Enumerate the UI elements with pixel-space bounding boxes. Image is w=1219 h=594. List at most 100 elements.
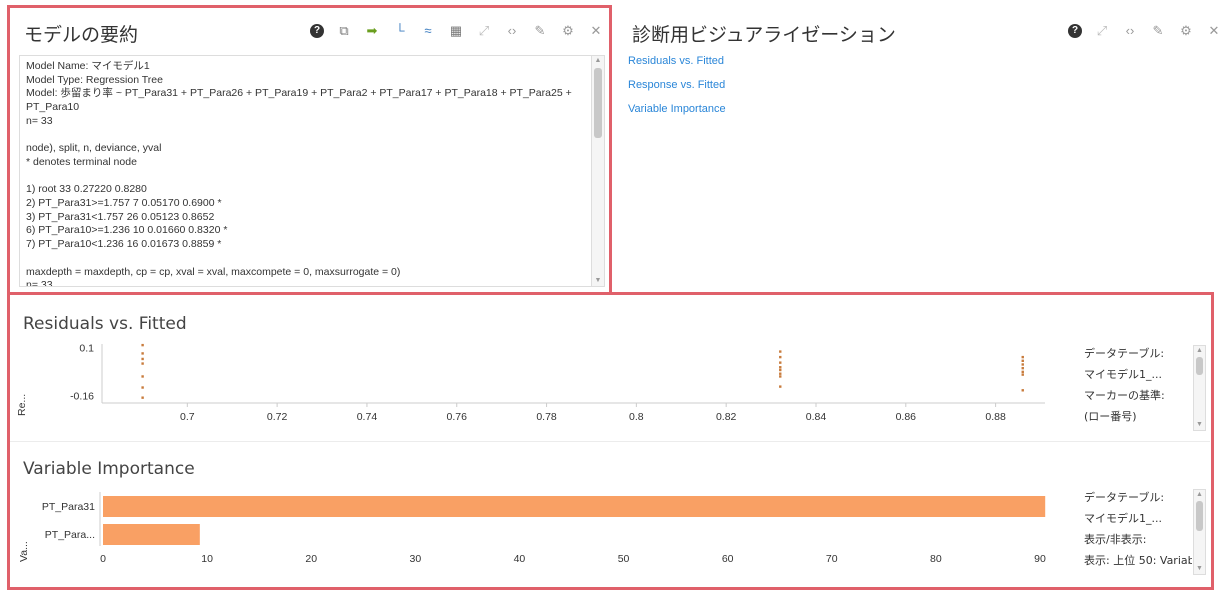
scroll-up-arrow[interactable]: ▲ (1194, 490, 1205, 500)
link-response-vs-fitted[interactable]: Response vs. Fitted (628, 79, 726, 91)
scatter-point[interactable] (141, 386, 144, 389)
category-label: PT_Para... (45, 529, 95, 541)
scatter-point[interactable] (779, 375, 782, 378)
edit-icon[interactable]: ✎ (532, 23, 548, 39)
x-tick-label: 0.8 (629, 411, 644, 423)
scatter-point[interactable] (779, 372, 782, 375)
copy-icon[interactable]: ⧉ (336, 23, 352, 39)
scatter-point[interactable] (1021, 370, 1024, 374)
scroll-up-arrow[interactable]: ▲ (1194, 346, 1205, 356)
scroll-up-arrow[interactable]: ▲ (592, 56, 604, 66)
scatter-point[interactable] (1021, 355, 1024, 359)
residuals-marker-label: マーカーの基準: (1084, 389, 1165, 402)
scroll-down-arrow[interactable]: ▼ (592, 276, 604, 286)
x-tick-label: 0.74 (357, 411, 378, 423)
summary-line: n= 33 (26, 279, 53, 287)
diagnostics-toolbar: ? ⤢ ‹› ✎ ⚙ ✕ (1068, 23, 1219, 39)
scatter-point[interactable] (141, 343, 144, 347)
scatter-point[interactable] (141, 375, 144, 378)
summary-line: 6) PT_Para10>=1.236 10 0.01660 0.8320 * (26, 224, 228, 237)
gear-icon[interactable]: ⚙ (1178, 23, 1194, 39)
residuals-side-info: データテーブル: マイモデル1_... マーカーの基準: (ロー番号) (1084, 345, 1192, 429)
scrollbar-thumb[interactable] (1196, 501, 1203, 531)
importance-table-value[interactable]: マイモデル1_... (1084, 510, 1192, 527)
importance-toggle-value[interactable]: 表示: 上位 50: Variabl (1084, 552, 1192, 569)
scatter-point[interactable] (779, 385, 782, 388)
diagnostics-panel-title: 診断用ビジュアライゼーション (632, 24, 896, 46)
summary-output-box[interactable]: Model Name: マイモデル1 Model Type: Regression… (19, 55, 605, 287)
summary-toolbar: ? ⧉ ➡ └ ≈ ▦ ⤢ ‹› ✎ ⚙ ✕ (310, 23, 604, 39)
summary-line: Model Type: Regression Tree (26, 73, 163, 86)
summary-scrollbar[interactable]: ▲ ▼ (591, 56, 604, 286)
x-tick-label: 0.82 (716, 411, 737, 423)
scatter-point[interactable] (141, 396, 144, 399)
residuals-section-title: Residuals vs. Fitted (23, 314, 187, 334)
scroll-down-arrow[interactable]: ▼ (1194, 564, 1205, 574)
summary-line (26, 129, 586, 143)
y-axis-label: Va... (18, 541, 30, 562)
variable-importance-chart[interactable]: Va... PT_Para31 PT_Para... 0 10 20 30 40 50 60 70… (15, 490, 1075, 580)
x-tick-label: 10 (201, 553, 213, 565)
scatter-point[interactable] (779, 366, 782, 369)
summary-line: maxdepth = maxdepth, cp = cp, xval = xva… (26, 265, 401, 278)
scatter-point[interactable] (779, 361, 782, 364)
edit-icon[interactable]: ✎ (1150, 23, 1166, 39)
link-residuals-vs-fitted[interactable]: Residuals vs. Fitted (628, 55, 726, 67)
expand-icon[interactable]: ⤢ (476, 23, 492, 39)
expand-icon[interactable]: ⤢ (1094, 23, 1110, 39)
x-tick-label: 0 (100, 553, 106, 565)
scroll-down-arrow[interactable]: ▼ (1194, 420, 1205, 430)
summary-line: Model: 歩留まり率 ~ PT_Para31 + PT_Para26 + P… (26, 87, 575, 114)
help-icon[interactable]: ? (310, 24, 324, 38)
x-tick-label: 60 (722, 553, 734, 565)
x-tick-label: 90 (1034, 553, 1046, 565)
link-variable-importance[interactable]: Variable Importance (628, 103, 726, 115)
scatter-point[interactable] (141, 357, 144, 361)
gear-icon[interactable]: ⚙ (560, 23, 576, 39)
y-tick-label: -0.16 (70, 391, 94, 403)
scatter-point[interactable] (141, 362, 144, 365)
chart-icon[interactable]: └ (392, 23, 408, 39)
close-icon[interactable]: ✕ (588, 23, 604, 39)
wave-icon[interactable]: ≈ (420, 23, 436, 39)
importance-section-title: Variable Importance (23, 459, 195, 479)
importance-toggle-label: 表示/非表示: (1084, 533, 1147, 546)
scrollbar-thumb[interactable] (1196, 357, 1203, 375)
summary-line: * denotes terminal node (26, 155, 137, 168)
scatter-point[interactable] (779, 368, 782, 372)
scatter-point[interactable] (141, 352, 144, 355)
help-icon[interactable]: ? (1068, 24, 1082, 38)
x-tick-label: 30 (409, 553, 421, 565)
residuals-marker-value[interactable]: (ロー番号) (1084, 408, 1192, 425)
residuals-side-scrollbar[interactable]: ▲ ▼ (1193, 345, 1206, 431)
diagnostics-panel: 診断用ビジュアライゼーション ? ⤢ ‹› ✎ ⚙ ✕ Residuals vs… (612, 5, 1219, 295)
importance-bar[interactable] (103, 524, 200, 545)
scatter-point[interactable] (1021, 363, 1024, 366)
residuals-table-value[interactable]: マイモデル1_... (1084, 366, 1192, 383)
summary-panel-title: モデルの要約 (24, 24, 139, 46)
summary-line (26, 252, 586, 266)
scatter-point[interactable] (779, 350, 782, 353)
scatter-point[interactable] (779, 355, 782, 359)
code-icon[interactable]: ‹› (1122, 23, 1138, 39)
x-tick-label: 0.7 (180, 411, 195, 423)
summary-output-text: Model Name: マイモデル1 Model Type: Regression… (26, 60, 586, 287)
importance-bar[interactable] (103, 496, 1046, 517)
code-icon[interactable]: ‹› (504, 23, 520, 39)
close-icon[interactable]: ✕ (1206, 23, 1219, 39)
scatter-point[interactable] (1021, 366, 1024, 370)
scatter-point[interactable] (1021, 359, 1024, 362)
calculator-icon[interactable]: ▦ (448, 23, 464, 39)
residuals-scatter-chart[interactable]: Re... 0.7 0.72 0.74 0.76 0.78 0.8 0.82 0.84 0.86… (15, 340, 1075, 440)
x-tick-label: 0.88 (985, 411, 1006, 423)
importance-side-scrollbar[interactable]: ▲ ▼ (1193, 489, 1206, 575)
x-tick-label: 50 (618, 553, 630, 565)
diagnostics-links: Residuals vs. Fitted Response vs. Fitted… (628, 55, 726, 127)
x-tick-label: 0.72 (267, 411, 288, 423)
export-icon[interactable]: ➡ (364, 23, 380, 39)
scatter-point[interactable] (1021, 389, 1024, 392)
summary-line: 2) PT_Para31>=1.757 7 0.05170 0.6900 * (26, 197, 222, 210)
summary-line: Model Name: マイモデル1 (26, 60, 150, 72)
scatter-point[interactable] (1021, 373, 1024, 376)
scrollbar-thumb[interactable] (594, 68, 602, 138)
